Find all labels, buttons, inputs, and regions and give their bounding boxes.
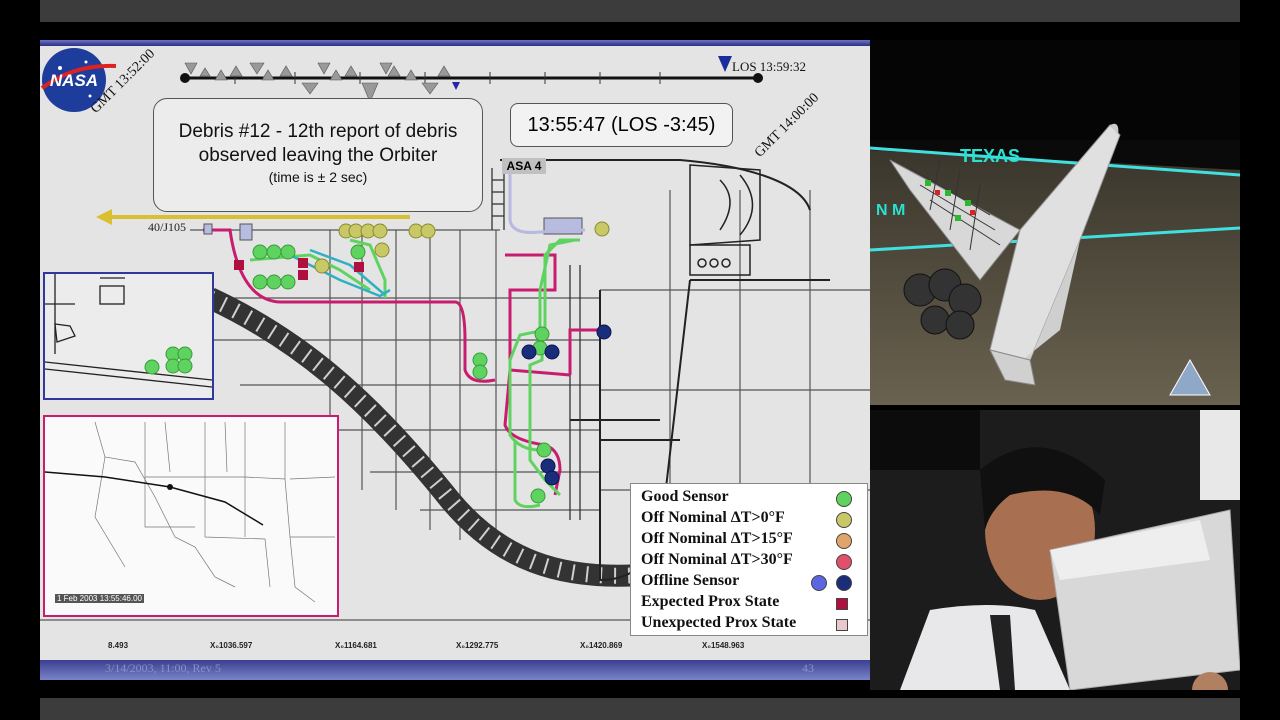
legend-sensor-icon	[836, 491, 852, 507]
x-axis-tick-label: 8.493	[108, 641, 129, 650]
legend-label: Expected Prox State	[641, 593, 780, 610]
legend-sensor-icon	[836, 512, 852, 528]
debris-callout: Debris #12 - 12th report of debris obser…	[153, 98, 483, 212]
operator-scene	[870, 410, 1240, 690]
x-axis-tick-label: X₀1036.597	[210, 641, 253, 650]
inset-detail-drawing	[45, 274, 212, 388]
sensor-legend: Good Sensor Off Nominal ΔT>0°F Off Nominal…	[630, 483, 868, 636]
legend-label: Off Nominal ΔT>0°F	[641, 509, 785, 526]
legend-label: Good Sensor	[641, 488, 729, 505]
debris-line2: observed leaving the Orbiter	[198, 145, 438, 166]
footer-date: 3/14/2003, 11:00, Rev 5	[105, 661, 221, 675]
us-map-drawing	[45, 421, 336, 603]
map-timestamp: 1 Feb 2003 13:55:46.00	[55, 594, 144, 603]
legend-prox-icon	[836, 598, 848, 610]
top-band	[40, 0, 1240, 22]
asa-label: ASA 4	[502, 158, 546, 174]
bottom-band	[40, 698, 1240, 720]
shuttle-render	[870, 40, 1240, 405]
map-inset: 1 Feb 2003 13:55:46.00	[43, 415, 339, 617]
legend-label: Offline Sensor	[641, 572, 740, 589]
legend-prox-icon	[836, 619, 848, 631]
wire-label: 40/J105	[148, 220, 187, 234]
legend-sensor-icon	[811, 575, 827, 591]
legend-sensor-icon	[836, 533, 852, 549]
footer-page: 43	[802, 661, 814, 675]
legend-label: Unexpected Prox State	[641, 614, 797, 631]
x-axis-tick-label: X₀1292.775	[456, 641, 499, 650]
overlay-state-label-2: N M	[876, 202, 906, 219]
x-axis-tick-label: X₀1420.869	[580, 641, 623, 650]
slide-panel: NASA LOS 13:59:32 GMT 13:52:00 GMT 14:00…	[40, 40, 870, 680]
legend-label: Off Nominal ΔT>30°F	[641, 551, 793, 568]
operator-video	[870, 410, 1240, 690]
x-axis-tick-label: X₀1164.681	[335, 641, 377, 650]
time-callout: 13:55:47 (LOS -3:45)	[510, 103, 733, 147]
debris-note: (time is ± 2 sec)	[268, 169, 368, 185]
overlay-state-label: TEXAS	[960, 146, 1021, 166]
shuttle-video: TEXAS N M	[870, 40, 1240, 405]
legend-label: Off Nominal ΔT>15°F	[641, 530, 793, 547]
x-axis-tick-label: X₀1548.963	[702, 641, 745, 650]
debris-line1: Debris #12 - 12th report of debris	[178, 121, 458, 142]
legend-sensor-icon	[836, 575, 852, 591]
legend-sensor-icon	[836, 554, 852, 570]
inset-detail	[43, 272, 214, 400]
